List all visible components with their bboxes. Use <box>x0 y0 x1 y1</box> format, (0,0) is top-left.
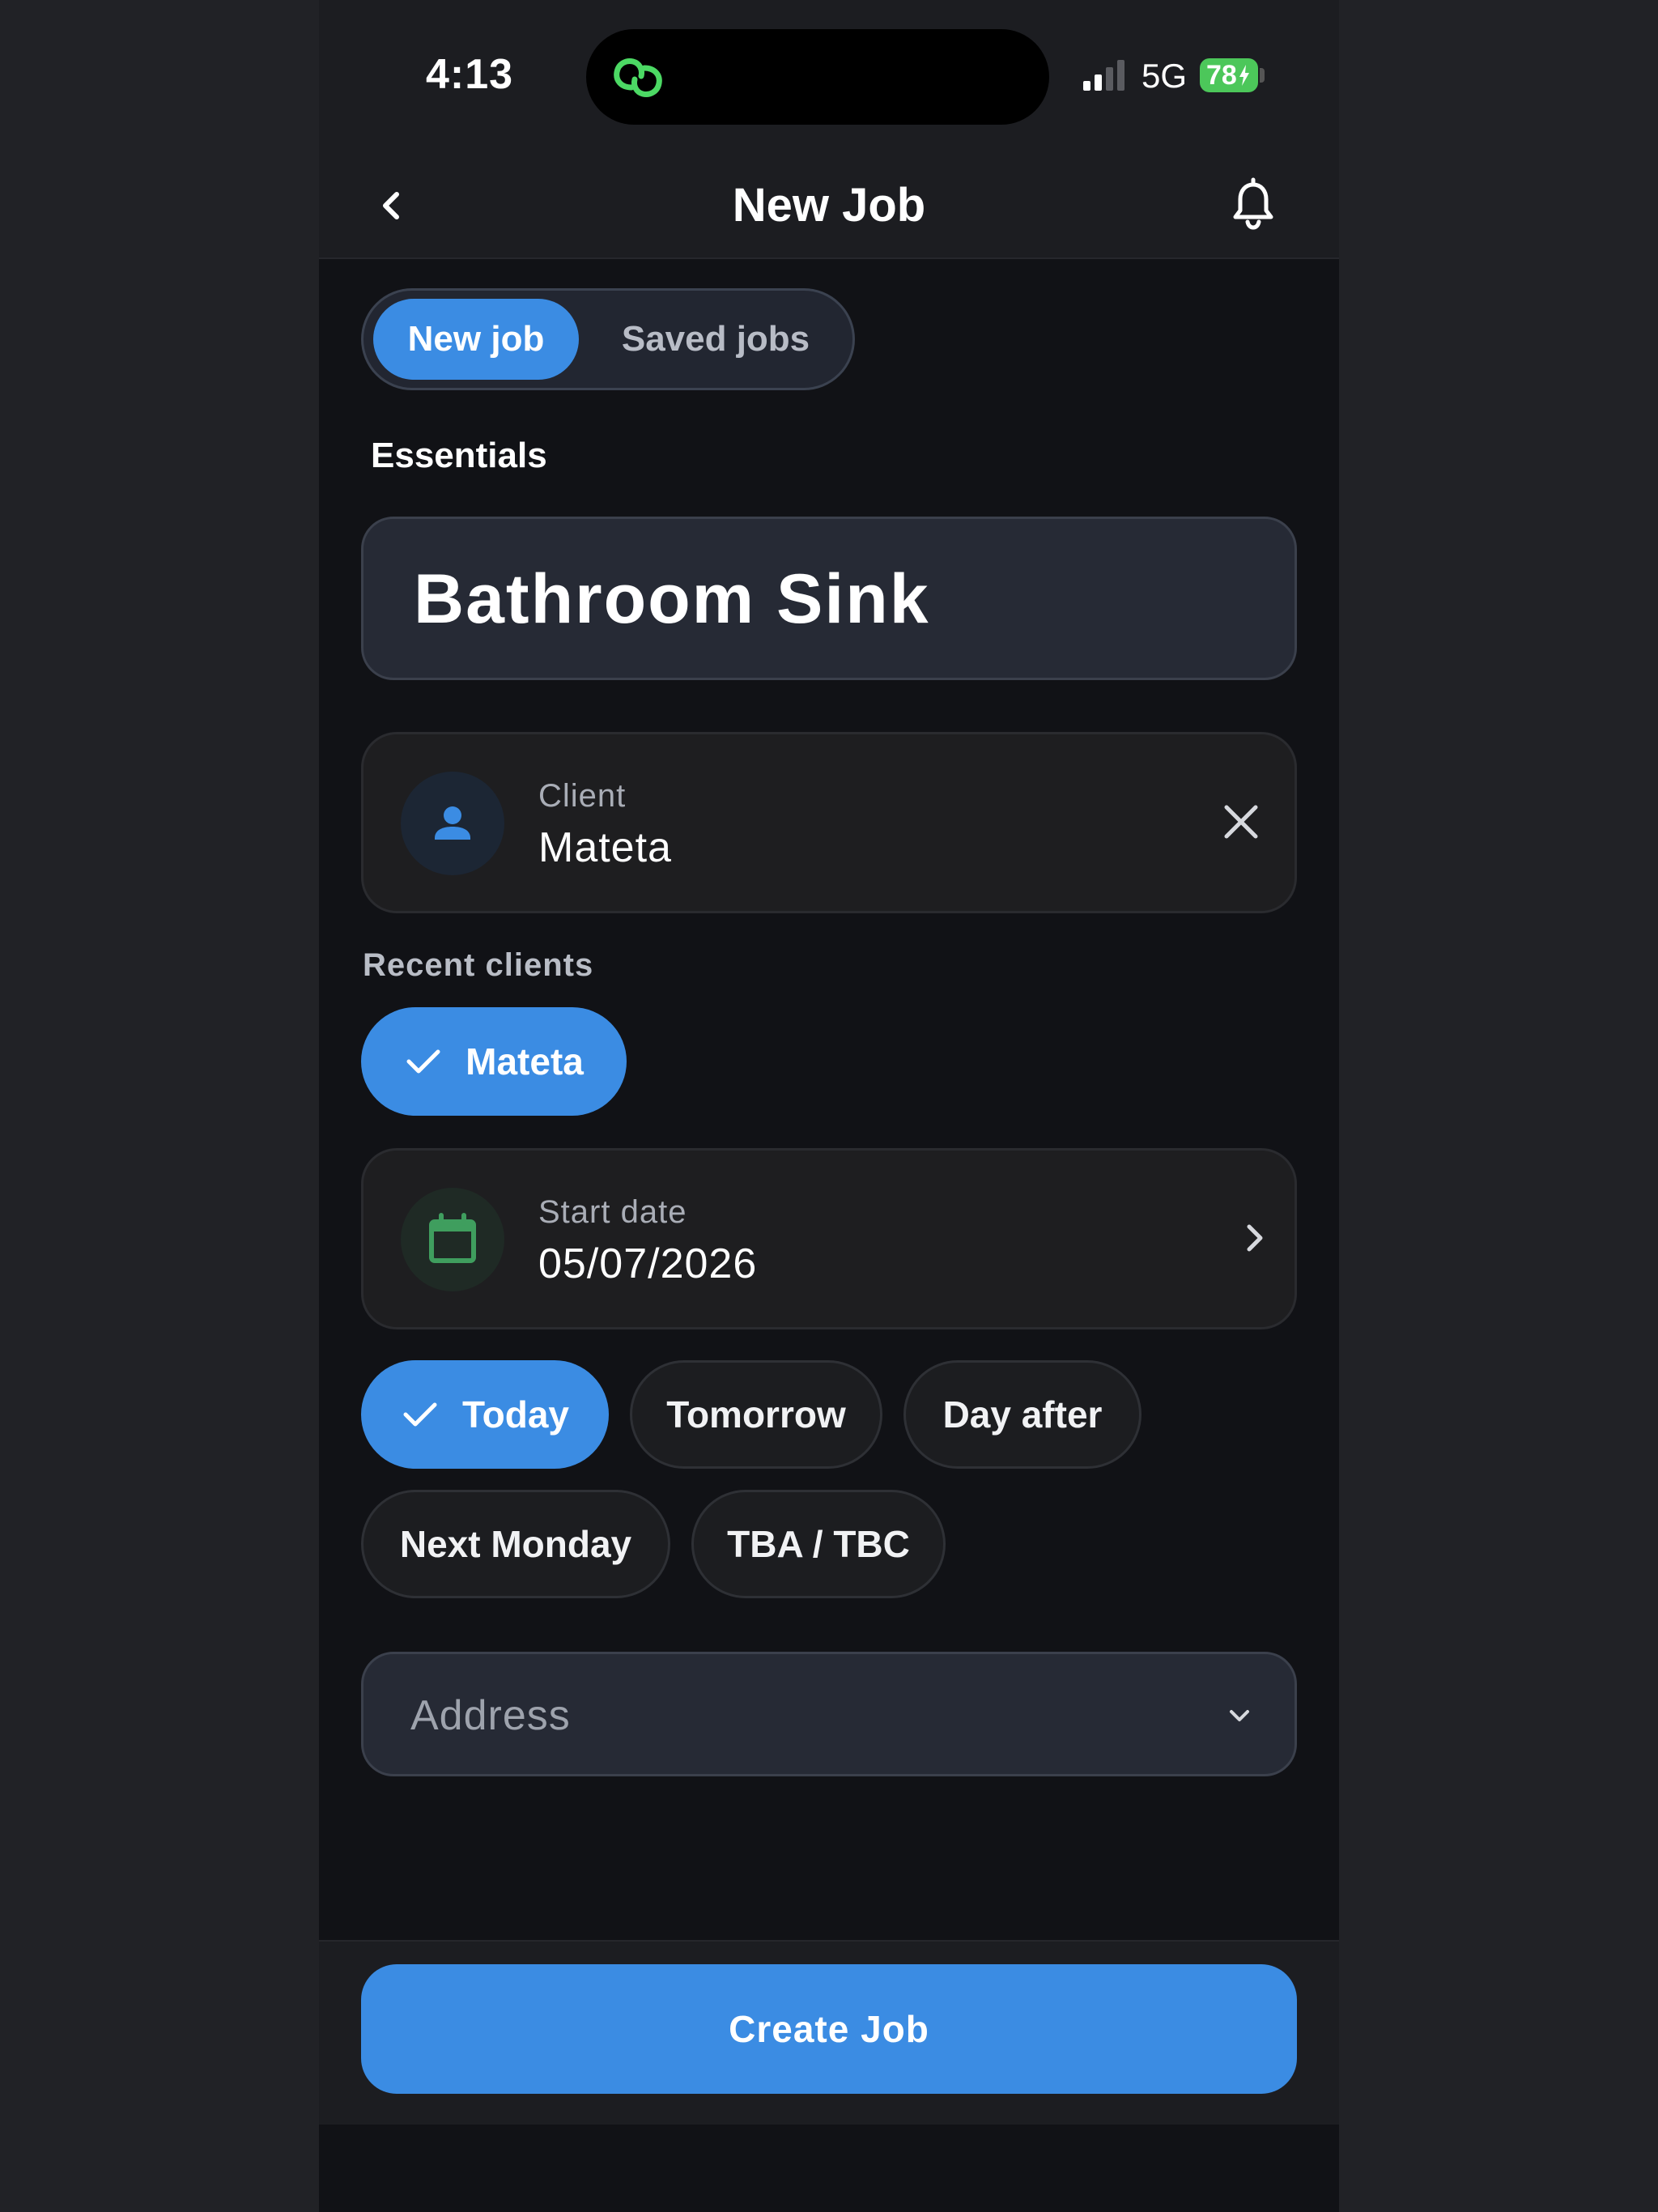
section-heading-essentials: Essentials <box>371 436 547 475</box>
chevron-down-icon <box>1230 1710 1249 1721</box>
tab-new-job[interactable]: New job <box>373 299 579 380</box>
recent-clients-label: Recent clients <box>363 947 594 983</box>
address-placeholder: Address <box>410 1692 571 1739</box>
battery-level: 78 <box>1206 59 1237 91</box>
client-value: Mateta <box>538 824 672 871</box>
recent-client-chip[interactable]: Mateta <box>361 1007 627 1116</box>
start-date-value: 05/07/2026 <box>538 1240 758 1287</box>
start-date-icon-circle <box>401 1188 504 1291</box>
start-date-card[interactable]: Start date 05/07/2026 <box>361 1148 1297 1329</box>
status-bar: 4:13 5G 78 <box>319 0 1339 154</box>
link-icon <box>614 58 662 97</box>
date-preset-label: Today <box>461 1393 570 1436</box>
date-preset-tba[interactable]: TBA / TBC <box>691 1490 946 1598</box>
job-tabs: New job Saved jobs <box>361 288 855 390</box>
status-time: 4:13 <box>426 51 514 98</box>
date-preset-label: Day after <box>942 1393 1103 1436</box>
create-job-button[interactable]: Create Job <box>361 1964 1297 2094</box>
clear-client-button[interactable] <box>1215 796 1267 848</box>
signal-icon <box>1083 60 1124 91</box>
app-screen: 4:13 5G 78 New Job New job Saved jobs Es… <box>319 0 1339 2212</box>
client-label: Client <box>538 778 627 814</box>
date-preset-label: TBA / TBC <box>727 1523 910 1565</box>
date-preset-label: Tomorrow <box>666 1393 846 1436</box>
close-icon <box>1224 805 1258 839</box>
notifications-button[interactable] <box>1222 175 1284 236</box>
date-preset-label: Next Monday <box>399 1523 632 1565</box>
battery-indicator: 78 <box>1200 58 1258 92</box>
bell-icon <box>1233 177 1273 230</box>
client-avatar <box>401 772 504 875</box>
chevron-right-icon <box>1247 1224 1263 1252</box>
date-preset-tomorrow[interactable]: Tomorrow <box>630 1360 882 1469</box>
checkmark-icon <box>406 1049 440 1074</box>
date-preset-day-after[interactable]: Day after <box>903 1360 1141 1469</box>
client-card[interactable]: Client Mateta <box>361 732 1297 913</box>
address-select[interactable]: Address <box>361 1652 1297 1776</box>
dynamic-island <box>586 29 1049 125</box>
checkmark-icon <box>403 1402 437 1427</box>
calendar-icon <box>429 1213 476 1263</box>
tab-saved-jobs[interactable]: Saved jobs <box>589 299 843 380</box>
date-preset-today[interactable]: Today <box>361 1360 609 1469</box>
job-title-input[interactable]: Bathroom Sink <box>361 517 1297 680</box>
recent-client-label: Mateta <box>466 1040 584 1083</box>
start-date-chevron <box>1228 1212 1280 1264</box>
job-title-value: Bathroom Sink <box>414 560 930 638</box>
bottom-action-bar: Create Job <box>319 1940 1339 2125</box>
nav-header: New Job <box>319 154 1339 259</box>
charging-icon <box>1239 65 1249 86</box>
page-title: New Job <box>732 179 926 232</box>
start-date-label: Start date <box>538 1194 687 1230</box>
network-type: 5G <box>1141 57 1188 95</box>
battery-cap <box>1260 68 1265 83</box>
date-preset-next-monday[interactable]: Next Monday <box>361 1490 670 1598</box>
person-icon <box>435 806 470 840</box>
